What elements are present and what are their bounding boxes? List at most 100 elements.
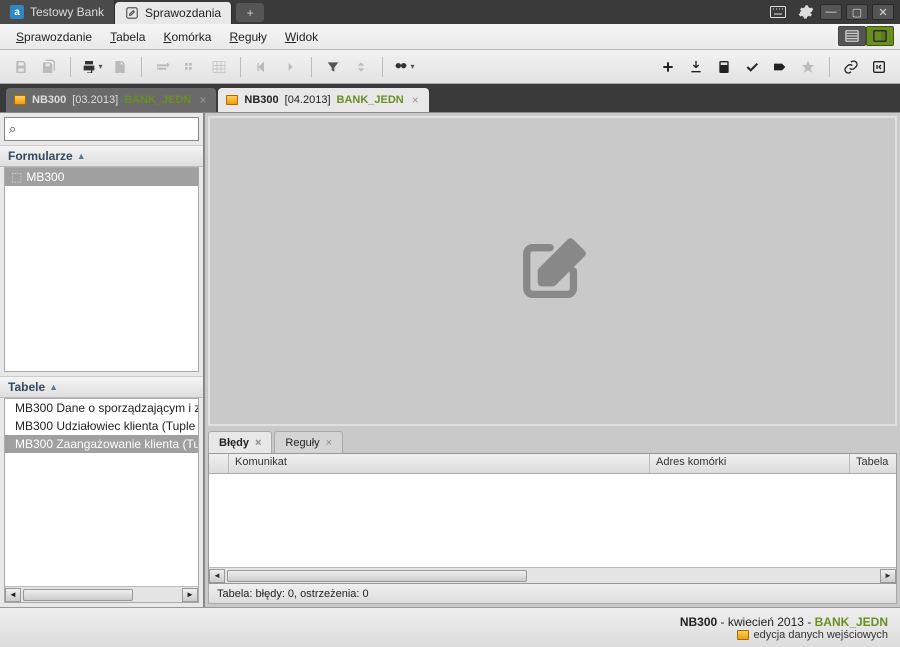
close-icon[interactable]: × xyxy=(255,437,261,449)
star-icon[interactable] xyxy=(797,56,819,78)
close-icon[interactable]: × xyxy=(197,93,208,107)
main-area: ⌕ Formularze ▲ ⬚ MB300 Tabele ▲ MB300 Da… xyxy=(0,112,900,607)
grid-header: Komunikat Adres komórki Tabela xyxy=(209,454,896,474)
add-tab-button[interactable]: + xyxy=(236,3,264,22)
form-item-mb300[interactable]: ⬚ MB300 xyxy=(5,168,198,186)
grid-body xyxy=(209,474,896,567)
edit-placeholder-icon xyxy=(518,236,588,306)
scroll-left-icon[interactable]: ◄ xyxy=(209,569,225,583)
footer-code: NB300 xyxy=(680,615,717,629)
scroll-right-icon[interactable]: ► xyxy=(880,569,896,583)
table-item-1[interactable]: MB300 Udziałowiec klienta (Tuple xyxy=(5,417,198,435)
settings-icon[interactable] xyxy=(792,0,820,24)
close-icon[interactable]: × xyxy=(326,437,332,449)
grid-horizontal-scrollbar[interactable]: ◄ ► xyxy=(209,567,896,583)
col-tabela[interactable]: Tabela xyxy=(850,454,896,473)
sort-icon[interactable] xyxy=(350,56,372,78)
footer: NB300 - kwiecień 2013 - BANK_JEDN edycja… xyxy=(0,607,900,647)
status-text: Tabela: błędy: 0, ostrzeżenia: 0 xyxy=(217,588,369,600)
minimize-button[interactable]: — xyxy=(820,4,842,20)
panel-toggle-right[interactable] xyxy=(866,26,894,46)
refresh-icon[interactable] xyxy=(868,56,890,78)
table-item-0[interactable]: MB300 Dane o sporządzającym i z xyxy=(5,399,198,417)
next-icon[interactable] xyxy=(279,56,301,78)
doc-code: NB300 xyxy=(32,94,66,106)
row-add-icon[interactable] xyxy=(152,56,174,78)
form-icon: ⬚ xyxy=(11,170,22,184)
footer-period: kwiecień 2013 xyxy=(728,615,804,629)
grid-icon[interactable] xyxy=(208,56,230,78)
prev-icon[interactable] xyxy=(251,56,273,78)
tabele-list: MB300 Dane o sporządzającym i z MB300 Ud… xyxy=(4,398,199,603)
print-icon[interactable]: ▾ xyxy=(81,56,103,78)
table-item-2[interactable]: MB300 Zaangażowanie klienta (Tu xyxy=(5,435,198,453)
horizontal-scrollbar[interactable]: ◄ ► xyxy=(5,586,198,602)
messages-panel: Błędy × Reguły × Komunikat Adres komórki… xyxy=(208,429,897,604)
row-remove-icon[interactable] xyxy=(180,56,202,78)
edit-icon xyxy=(125,6,139,20)
footer-mode: edycja danych wejściowych xyxy=(753,629,888,641)
export-icon[interactable] xyxy=(109,56,131,78)
titlebar: a Testowy Bank Sprawozdania + — ▢ ✕ xyxy=(0,0,900,24)
doc-entity: BANK_JEDN xyxy=(124,94,191,106)
menu-widok[interactable]: Widok xyxy=(277,27,326,47)
toolbar: ▾ ▾ xyxy=(0,50,900,84)
search-input[interactable] xyxy=(16,122,194,136)
messages-tabs: Błędy × Reguły × xyxy=(208,429,897,453)
doc-icon xyxy=(14,95,26,105)
close-icon[interactable]: × xyxy=(410,93,421,107)
menu-sprawozdanie[interactable]: Sprawozdanie xyxy=(8,27,100,47)
menu-tabela[interactable]: Tabela xyxy=(102,27,153,47)
empty-canvas xyxy=(208,116,897,426)
form-item-label: MB300 xyxy=(26,170,64,184)
messages-grid: Komunikat Adres komórki Tabela ◄ ► xyxy=(208,453,897,584)
col-icon[interactable] xyxy=(209,454,229,473)
msgtab-errors[interactable]: Błędy × xyxy=(208,431,272,453)
find-icon[interactable]: ▾ xyxy=(393,56,415,78)
link-icon[interactable] xyxy=(840,56,862,78)
tag-icon[interactable] xyxy=(769,56,791,78)
doc-period: [04.2013] xyxy=(285,94,331,106)
doc-tab-0[interactable]: NB300 [03.2013] BANK_JEDN × xyxy=(6,88,216,112)
formularze-header[interactable]: Formularze ▲ xyxy=(0,145,203,167)
table-item-label: MB300 Udziałowiec klienta (Tuple xyxy=(15,419,195,433)
search-box[interactable]: ⌕ xyxy=(4,117,199,141)
doc-entity: BANK_JEDN xyxy=(337,94,404,106)
doc-period: [03.2013] xyxy=(72,94,118,106)
collapse-icon: ▲ xyxy=(49,382,58,392)
table-item-label: MB300 Dane o sporządzającym i z xyxy=(15,401,198,415)
menu-reguly[interactable]: Reguły xyxy=(221,27,274,47)
keyboard-icon[interactable] xyxy=(764,0,792,24)
msgtab-label: Reguły xyxy=(285,437,319,449)
mode-icon xyxy=(737,630,749,640)
app-icon: a xyxy=(10,5,24,19)
filter-icon[interactable] xyxy=(322,56,344,78)
footer-line1: NB300 - kwiecień 2013 - BANK_JEDN xyxy=(680,615,888,629)
menubar: Sprawozdanie Tabela Komórka Reguły Widok xyxy=(0,24,900,50)
title-tab-label: Testowy Bank xyxy=(30,5,104,19)
calc-icon[interactable] xyxy=(713,56,735,78)
save-icon[interactable] xyxy=(10,56,32,78)
download-icon[interactable] xyxy=(685,56,707,78)
doc-icon xyxy=(226,95,238,105)
close-button[interactable]: ✕ xyxy=(872,4,894,20)
panel-label: Formularze xyxy=(8,149,73,163)
save-all-icon[interactable] xyxy=(38,56,60,78)
col-komunikat[interactable]: Komunikat xyxy=(229,454,650,473)
footer-entity: BANK_JEDN xyxy=(815,615,888,629)
menu-komorka[interactable]: Komórka xyxy=(155,27,219,47)
maximize-button[interactable]: ▢ xyxy=(846,4,868,20)
panel-toggle-left[interactable] xyxy=(838,26,866,46)
doc-tab-1[interactable]: NB300 [04.2013] BANK_JEDN × xyxy=(218,88,428,112)
panel-label: Tabele xyxy=(8,380,45,394)
table-item-label: MB300 Zaangażowanie klienta (Tu xyxy=(15,437,198,451)
sidebar: ⌕ Formularze ▲ ⬚ MB300 Tabele ▲ MB300 Da… xyxy=(0,113,205,607)
title-tab-bank[interactable]: a Testowy Bank xyxy=(0,0,115,24)
tabele-header[interactable]: Tabele ▲ xyxy=(0,376,203,398)
msgtab-rules[interactable]: Reguły × xyxy=(274,431,343,453)
col-adres[interactable]: Adres komórki xyxy=(650,454,850,473)
msgtab-label: Błędy xyxy=(219,437,249,449)
add-icon[interactable] xyxy=(657,56,679,78)
check-icon[interactable] xyxy=(741,56,763,78)
title-tab-reports[interactable]: Sprawozdania xyxy=(115,2,232,24)
